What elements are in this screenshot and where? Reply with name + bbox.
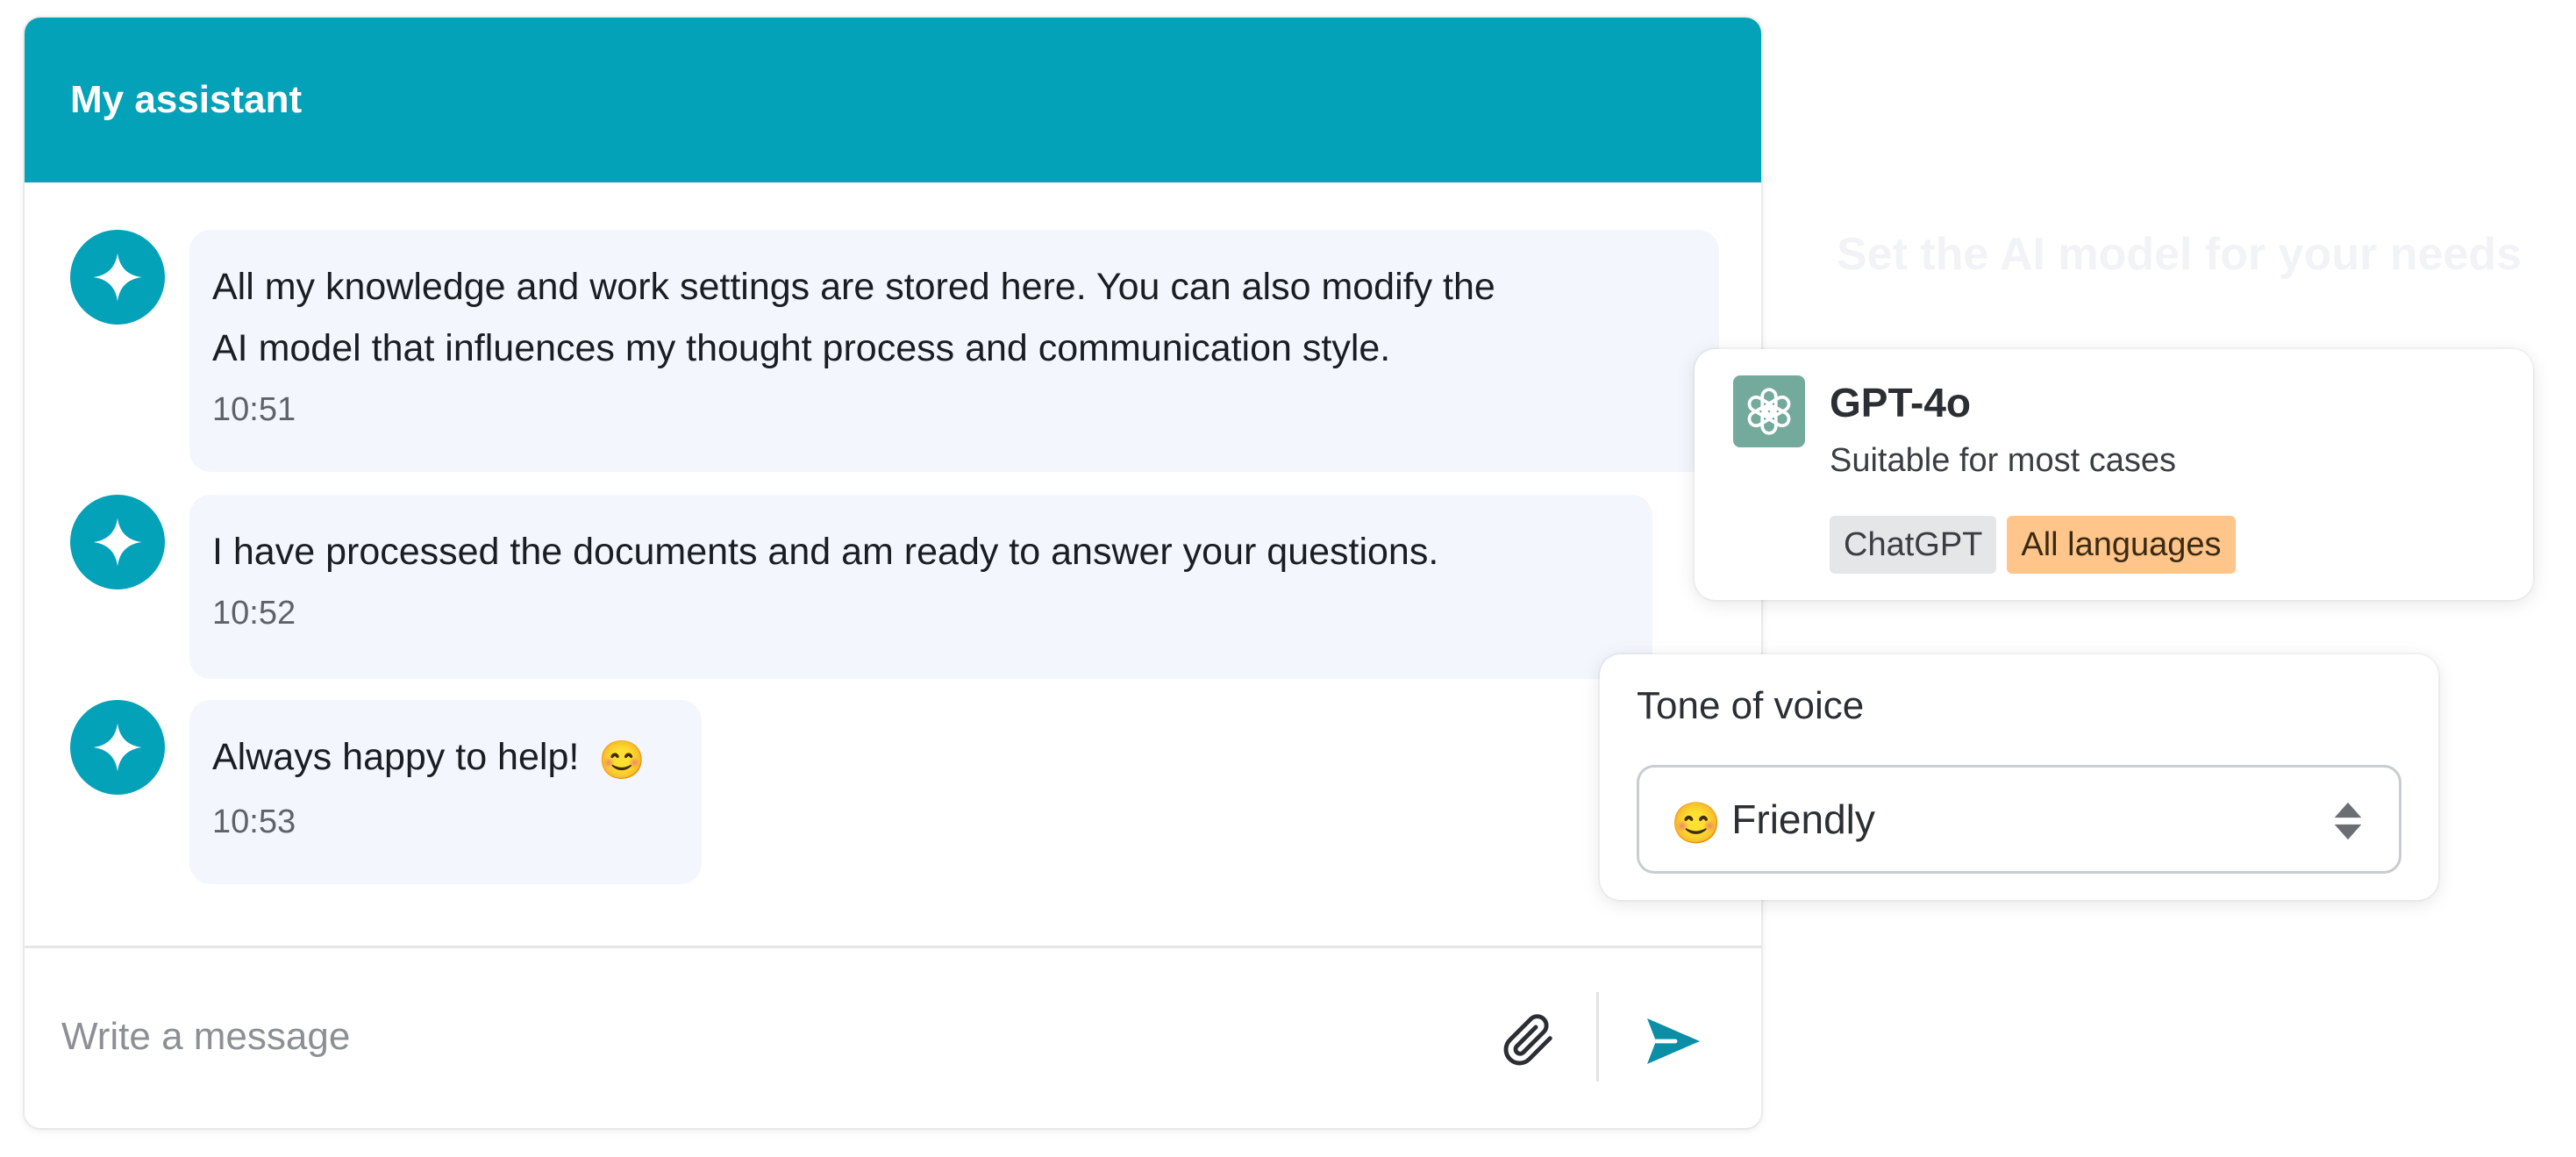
smile-emoji-icon: 😊 [1671,800,1722,846]
model-tags: ChatGPT All languages [1830,516,2236,574]
tone-selected-value: 😊 Friendly [1671,768,1875,871]
message-time: 10:51 [212,391,296,428]
openai-logo-icon [1733,375,1805,447]
assistant-avatar [70,700,165,795]
sparkle-icon [93,253,142,302]
message-text: All my knowledge and work settings are s… [212,266,1495,369]
message-text: I have processed the documents and am re… [212,531,1439,573]
composer-divider [1596,992,1599,1082]
message-text-content: Always happy to help! [212,736,580,778]
tag-chatgpt: ChatGPT [1830,516,1997,574]
sparkle-icon [93,723,142,772]
tone-select[interactable]: 😊 Friendly [1637,765,2401,874]
message-input[interactable] [60,992,1466,1082]
updown-arrows-icon [2334,802,2362,840]
chat-title: My assistant [70,78,303,121]
panel-heading: Set the AI model for your needs [1837,229,2522,280]
chat-window: My assistant All my knowledge and work s… [25,18,1761,1128]
chat-header: My assistant [25,18,1761,182]
stage: My assistant All my knowledge and work s… [0,0,2576,1157]
tone-card: Tone of voice 😊 Friendly [1600,654,2438,900]
message-time: 10:53 [212,803,296,840]
message-bubble: All my knowledge and work settings are s… [189,230,1719,472]
message-text: Always happy to help! 😊 [212,726,679,791]
model-description: Suitable for most cases [1830,442,2176,479]
tag-all-languages: All languages [2007,516,2236,574]
send-icon [1647,1018,1700,1064]
message-bubble: I have processed the documents and am re… [189,495,1652,679]
message-composer [25,946,1761,1128]
assistant-avatar [70,230,165,325]
message-time: 10:52 [212,595,296,632]
send-button[interactable] [1638,1006,1709,1076]
tone-selected-label: Friendly [1731,796,1875,842]
attach-button[interactable] [1498,1010,1559,1071]
sparkle-icon [93,518,142,567]
smile-emoji-icon: 😊 [598,739,646,782]
assistant-avatar [70,495,165,589]
message-bubble: Always happy to help! 😊 10:53 [189,700,702,884]
tone-label: Tone of voice [1637,684,1865,727]
paperclip-icon [1503,1014,1552,1066]
model-card[interactable]: GPT-4o Suitable for most cases ChatGPT A… [1695,349,2533,600]
model-name: GPT-4o [1830,380,1972,425]
